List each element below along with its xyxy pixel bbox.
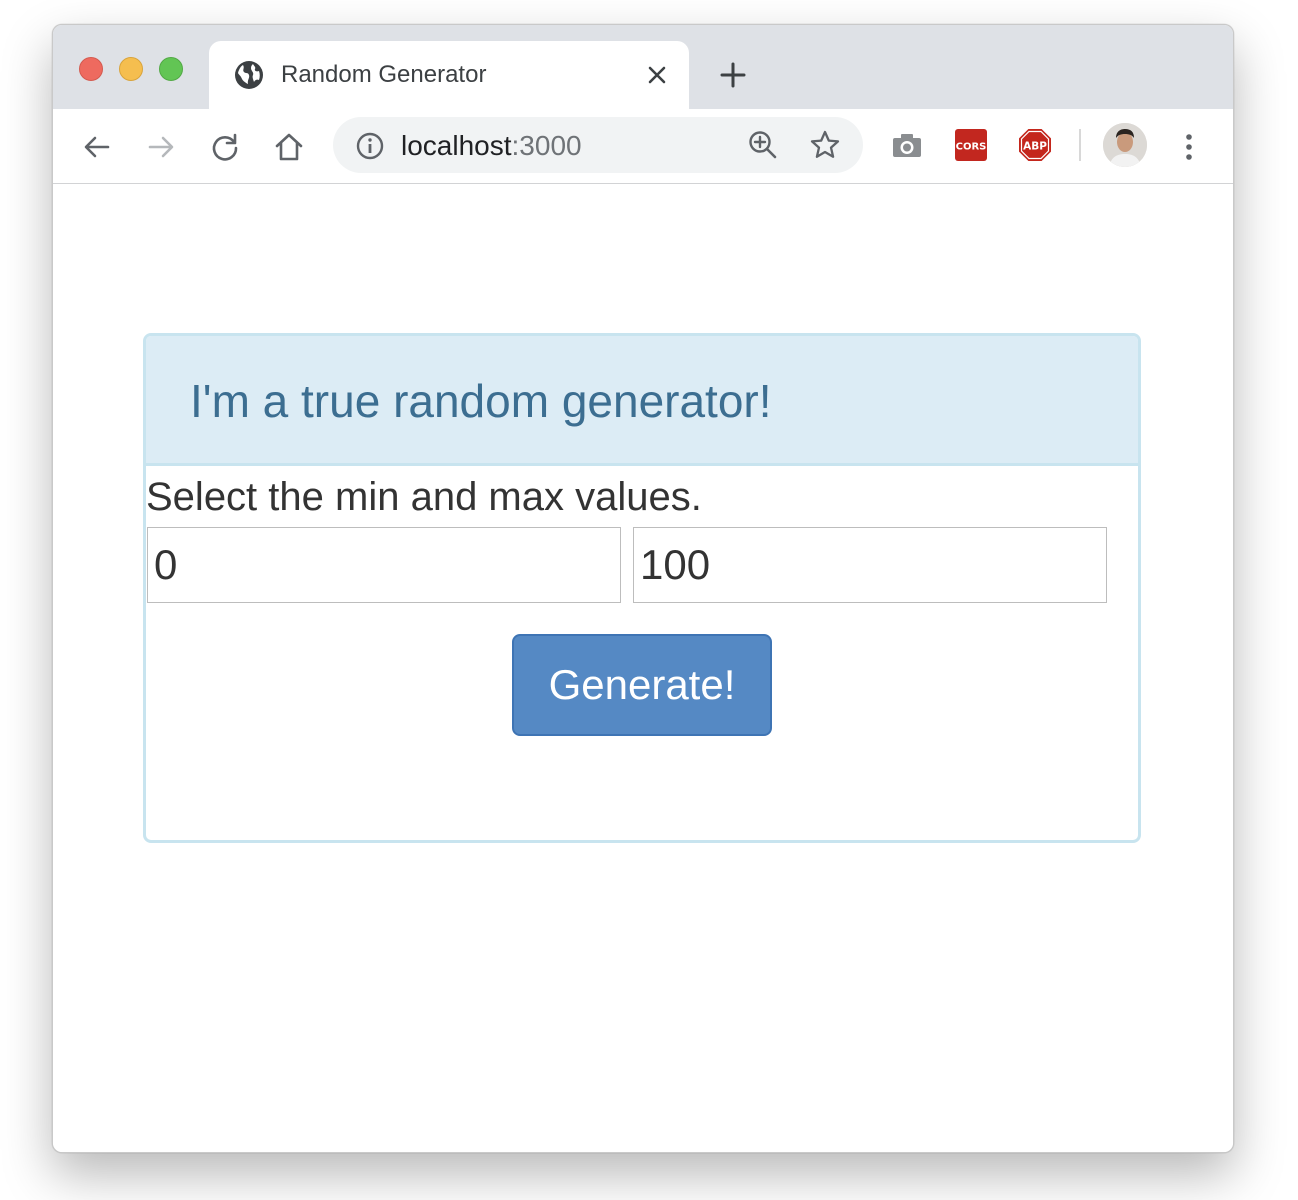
- reload-icon[interactable]: [209, 131, 241, 163]
- max-value-input[interactable]: [633, 527, 1107, 603]
- forward-arrow-icon[interactable]: [145, 131, 177, 163]
- min-value-input[interactable]: [147, 527, 621, 603]
- kebab-menu-icon[interactable]: [1173, 131, 1205, 163]
- url-text: localhost:3000: [401, 130, 582, 162]
- tab-title: Random Generator: [281, 61, 487, 88]
- camera-icon[interactable]: [891, 129, 923, 161]
- browser-tab[interactable]: Random Generator: [209, 41, 689, 109]
- close-icon[interactable]: [645, 63, 669, 87]
- panel-heading: I'm a true random generator!: [146, 336, 1138, 466]
- toolbar-divider: [1079, 129, 1081, 161]
- abp-icon[interactable]: ABP: [1019, 129, 1051, 161]
- title-bar: Random Generator: [53, 25, 1233, 109]
- window-maximize-button[interactable]: [159, 57, 183, 81]
- page-content: I'm a true random generator! Select the …: [53, 184, 1233, 1152]
- browser-window: Random Generator localhost:3000 CORS ABP…: [52, 24, 1234, 1153]
- profile-avatar[interactable]: [1103, 123, 1147, 167]
- page-title: I'm a true random generator!: [190, 375, 772, 427]
- address-bar[interactable]: localhost:3000: [333, 117, 863, 173]
- back-arrow-icon[interactable]: [81, 131, 113, 163]
- generate-button[interactable]: Generate!: [512, 634, 772, 736]
- globe-icon: [233, 59, 265, 91]
- home-icon[interactable]: [273, 131, 305, 163]
- browser-toolbar: localhost:3000 CORS ABP: [53, 109, 1233, 184]
- star-icon[interactable]: [809, 129, 841, 161]
- plus-icon[interactable]: [719, 61, 747, 89]
- window-close-button[interactable]: [79, 57, 103, 81]
- abp-label: ABP: [1023, 141, 1047, 153]
- zoom-icon[interactable]: [747, 129, 779, 161]
- instructions-text: Select the min and max values.: [146, 475, 702, 519]
- generator-panel: I'm a true random generator! Select the …: [143, 333, 1141, 843]
- url-host: localhost: [401, 130, 512, 161]
- info-icon[interactable]: [355, 131, 385, 161]
- cors-label: CORS: [956, 142, 987, 153]
- url-port: :3000: [511, 130, 582, 161]
- cors-icon[interactable]: CORS: [955, 129, 987, 161]
- window-minimize-button[interactable]: [119, 57, 143, 81]
